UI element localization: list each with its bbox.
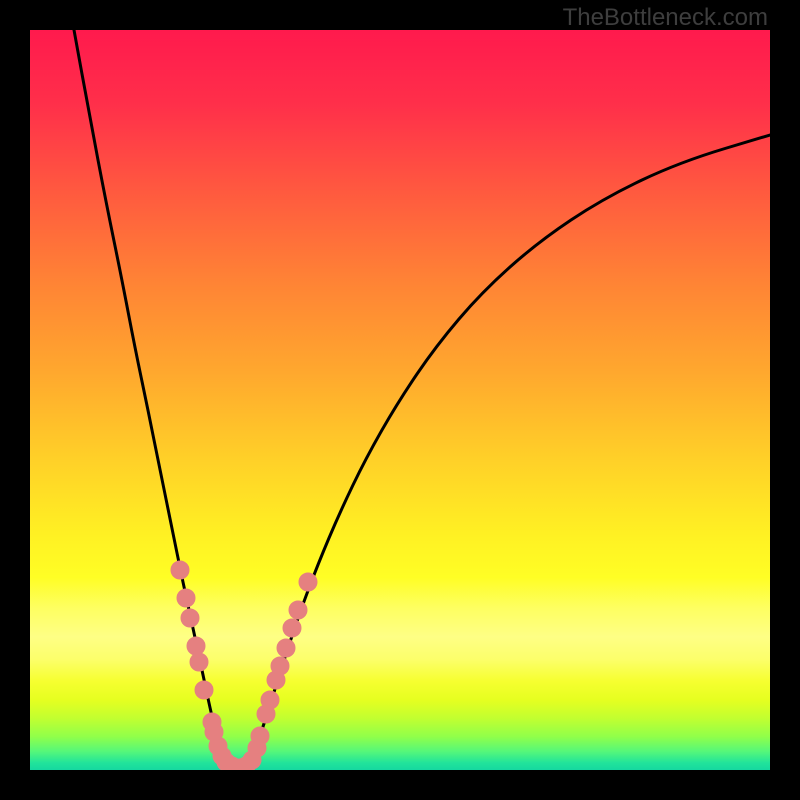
watermark-text: TheBottleneck.com (563, 4, 768, 32)
marker-point (283, 619, 301, 637)
marker-point (271, 657, 289, 675)
scatter-markers (171, 561, 317, 770)
marker-point (261, 691, 279, 709)
chart-frame (30, 30, 770, 770)
marker-point (277, 639, 295, 657)
chart-svg (30, 30, 770, 770)
marker-point (299, 573, 317, 591)
marker-point (251, 727, 269, 745)
marker-point (177, 589, 195, 607)
marker-point (190, 653, 208, 671)
marker-point (181, 609, 199, 627)
right-curve-line (248, 135, 770, 770)
marker-point (171, 561, 189, 579)
marker-point (195, 681, 213, 699)
marker-point (187, 637, 205, 655)
marker-point (289, 601, 307, 619)
